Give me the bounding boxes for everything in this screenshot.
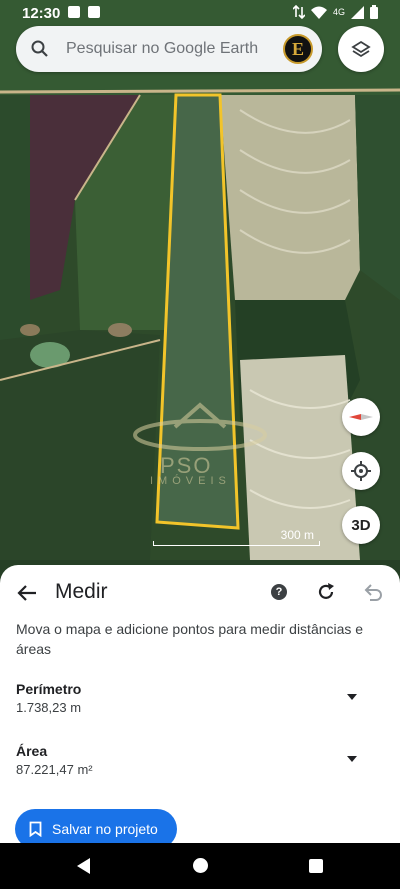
account-avatar[interactable]: E xyxy=(283,34,313,64)
satellite-imagery xyxy=(0,0,400,600)
notification-icons xyxy=(68,6,100,18)
toggle-3d-button[interactable]: 3D xyxy=(342,506,380,544)
help-icon[interactable]: ? xyxy=(271,584,287,600)
cell-signal-icon xyxy=(351,5,364,19)
compass-button[interactable] xyxy=(342,398,380,436)
nav-recents-icon[interactable] xyxy=(309,859,323,873)
panel-title: Medir xyxy=(55,580,108,603)
back-arrow-icon[interactable] xyxy=(14,580,40,606)
watermark-logo: PSO IMÓVEIS xyxy=(130,395,270,487)
perimeter-value: 1.738,23 m xyxy=(16,700,82,715)
bookmark-icon xyxy=(29,821,42,837)
layers-button[interactable] xyxy=(338,26,384,72)
refresh-icon[interactable] xyxy=(315,581,337,603)
undo-icon[interactable] xyxy=(362,581,384,603)
measure-panel: Medir ? Mova o mapa e adicione pontos pa… xyxy=(0,565,400,849)
layers-icon xyxy=(351,40,371,58)
my-location-button[interactable] xyxy=(342,452,380,490)
panel-description: Mova o mapa e adicione pontos para medir… xyxy=(16,621,364,657)
system-icons: 4G xyxy=(292,5,378,19)
search-input[interactable]: Pesquisar no Google Earth xyxy=(66,40,258,58)
satellite-map[interactable] xyxy=(0,0,400,600)
wifi-icon xyxy=(310,6,327,19)
data-transfer-icon xyxy=(292,5,305,19)
nav-home-icon[interactable] xyxy=(193,858,208,873)
image-notification-icon xyxy=(68,6,80,18)
perimeter-label: Perímetro xyxy=(16,681,82,697)
battery-icon xyxy=(370,5,378,19)
nav-back-icon[interactable] xyxy=(77,858,90,874)
save-to-project-label: Salvar no projeto xyxy=(52,821,158,837)
crosshair-icon xyxy=(351,461,371,481)
compass-icon xyxy=(349,414,373,420)
search-icon xyxy=(31,40,48,57)
scale-line xyxy=(153,541,320,546)
network-type-label: 4G xyxy=(332,7,345,17)
area-value: 87.221,47 m² xyxy=(16,762,93,777)
watermark-subtext: IMÓVEIS xyxy=(150,475,231,487)
area-label: Área xyxy=(16,743,48,759)
scale-label: 300 m xyxy=(280,528,314,542)
app-notification-icon xyxy=(88,6,100,18)
area-dropdown-icon[interactable] xyxy=(347,756,357,762)
system-nav-bar xyxy=(0,843,400,889)
house-logo-icon xyxy=(133,402,267,451)
status-time: 12:30 xyxy=(22,5,61,22)
scale-bar: 300 m xyxy=(153,528,320,546)
status-bar: 12:30 4G xyxy=(0,0,400,26)
perimeter-dropdown-icon[interactable] xyxy=(347,694,357,700)
search-bar[interactable]: Pesquisar no Google Earth E xyxy=(16,26,322,72)
